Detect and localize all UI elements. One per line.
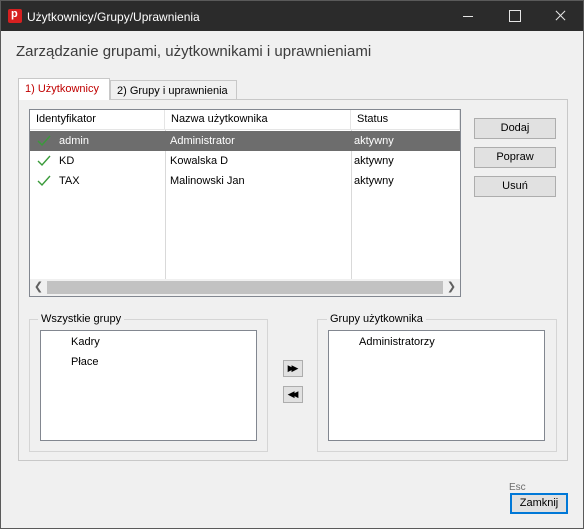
user-groups-title: Grupy użytkownika <box>327 313 426 325</box>
unassign-group-button[interactable]: ◀◀ <box>283 386 303 403</box>
all-groups-title: Wszystkie grupy <box>38 313 125 325</box>
user-id-cell: admin <box>59 135 89 147</box>
user-groups-list[interactable]: Administratorzy <box>328 330 545 441</box>
table-row[interactable]: KD Kowalska D aktywny <box>30 151 460 171</box>
user-id-cell: TAX <box>59 175 80 187</box>
app-logo-icon: p <box>8 8 22 23</box>
users-list[interactable]: Identyfikator Nazwa użytkownika Status a… <box>29 109 461 297</box>
horizontal-scrollbar[interactable]: ❮ ❯ <box>30 279 460 296</box>
user-id-cell: KD <box>59 155 75 167</box>
table-row[interactable]: TAX Malinowski Jan aktywny <box>30 171 460 191</box>
close-icon[interactable] <box>537 1 583 31</box>
column-header-identifier[interactable]: Identyfikator <box>30 110 165 130</box>
user-status-cell: aktywny <box>354 135 394 147</box>
scroll-left-icon[interactable]: ❮ <box>30 279 47 296</box>
table-row[interactable]: admin Administrator aktywny <box>30 131 460 151</box>
tab-users[interactable]: 1) Użytkownicy <box>18 78 110 100</box>
user-name-cell: Malinowski Jan <box>170 175 245 187</box>
list-item[interactable]: Administratorzy <box>359 336 435 348</box>
column-header-username[interactable]: Nazwa użytkownika <box>165 110 351 130</box>
close-shortcut-hint: Esc <box>509 482 526 493</box>
edit-user-button[interactable]: Popraw <box>474 147 556 168</box>
window-title: Użytkownicy/Grupy/Uprawnienia <box>27 10 200 24</box>
scrollbar-thumb[interactable] <box>47 281 443 294</box>
tab-groups-permissions[interactable]: 2) Grupy i uprawnienia <box>110 80 237 101</box>
minimize-icon[interactable] <box>445 1 491 31</box>
page-title: Zarządzanie grupami, użytkownikami i upr… <box>16 43 372 60</box>
scroll-right-icon[interactable]: ❯ <box>443 279 460 296</box>
column-header-status[interactable]: Status <box>351 110 460 130</box>
app-logo-letter: p <box>11 8 18 20</box>
close-button[interactable]: Zamknij <box>510 493 568 514</box>
list-item[interactable]: Płace <box>71 356 99 368</box>
add-user-button[interactable]: Dodaj <box>474 118 556 139</box>
main-window: p Użytkownicy/Grupy/Uprawnienia Zarządza… <box>0 0 584 529</box>
user-status-cell: aktywny <box>354 175 394 187</box>
maximize-icon[interactable] <box>491 1 537 31</box>
user-name-cell: Administrator <box>170 135 235 147</box>
list-item[interactable]: Kadry <box>71 336 100 348</box>
assign-group-button[interactable]: ▶▶ <box>283 360 303 377</box>
users-list-header: Identyfikator Nazwa użytkownika Status <box>30 110 460 130</box>
user-status-cell: aktywny <box>354 155 394 167</box>
all-groups-list[interactable]: Kadry Płace <box>40 330 257 441</box>
title-bar[interactable]: p Użytkownicy/Grupy/Uprawnienia <box>1 1 583 31</box>
user-name-cell: Kowalska D <box>170 155 229 167</box>
delete-user-button[interactable]: Usuń <box>474 176 556 197</box>
